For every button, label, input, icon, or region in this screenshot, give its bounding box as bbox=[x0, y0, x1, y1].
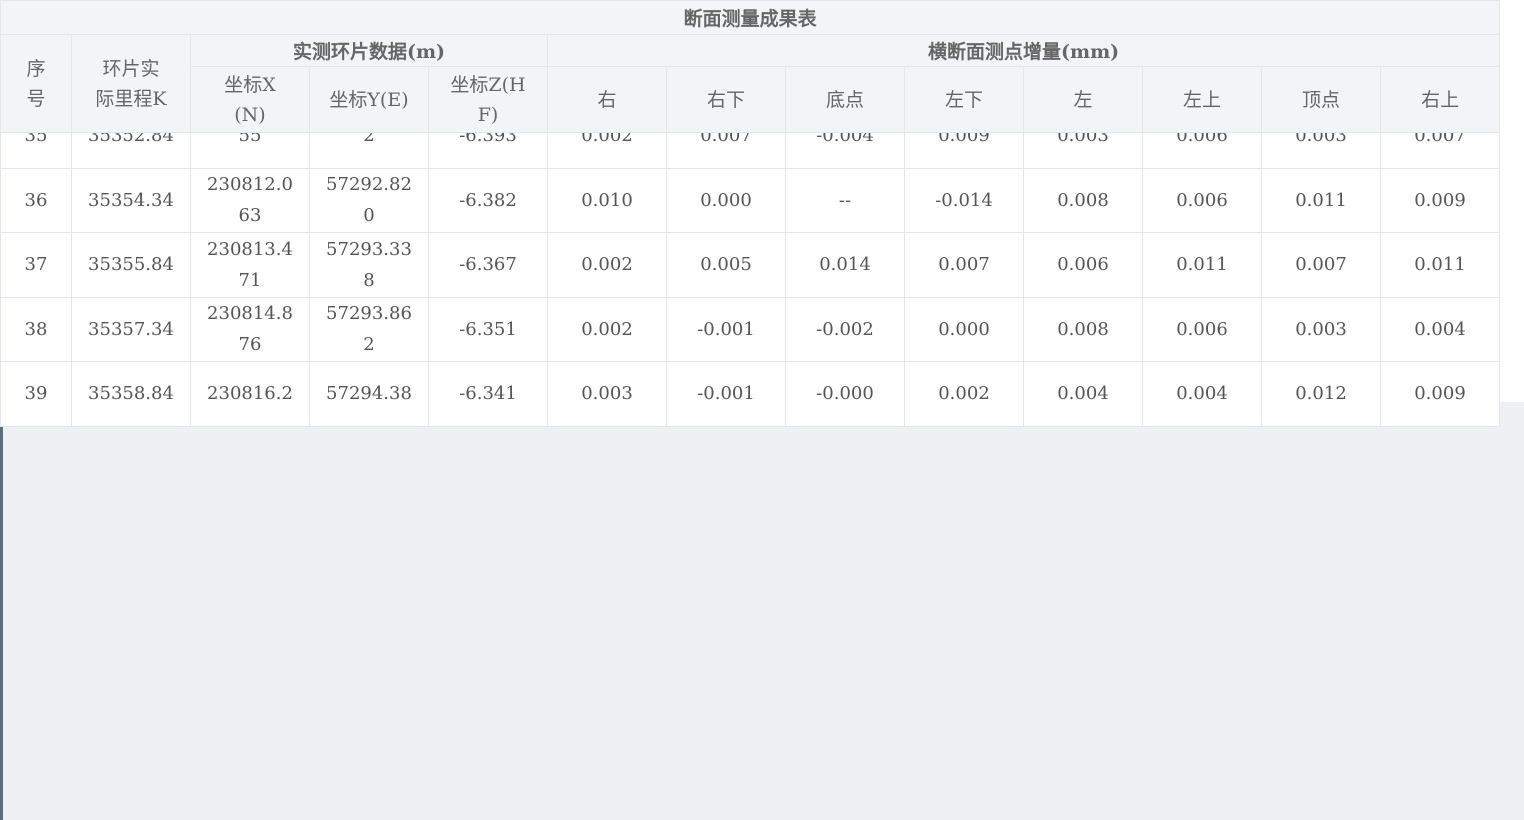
cell-index: 38 bbox=[0, 296, 72, 362]
cell-increment-t: 0.011 bbox=[1261, 167, 1381, 233]
table-row[interactable]: 37 35355.84 230813.4 71 57293.33 8 -6.367 0.002… bbox=[0, 232, 1500, 298]
col-header-left[interactable]: 左 bbox=[1023, 66, 1143, 133]
table-body: 35 35352.84 55 2 -6.393 0.002 0.007 -0.004 0.009… bbox=[0, 103, 1500, 427]
cell-coord-x: 230812.0 63 bbox=[190, 167, 310, 233]
cell-increment-r: 0.003 bbox=[547, 361, 667, 427]
cell-coord-y: 57293.33 8 bbox=[309, 232, 429, 298]
cell-increment-b: 0.014 bbox=[785, 232, 905, 298]
table-header: 断面测量成果表 序号 环片实 际里程K 实测环片数据(m) 横断面测点增量(mm)… bbox=[0, 0, 1501, 133]
cell-increment-ld: 0.000 bbox=[904, 296, 1024, 362]
col-header-left-up[interactable]: 左上 bbox=[1142, 66, 1262, 133]
cell-increment-r: 0.002 bbox=[547, 232, 667, 298]
table-row[interactable]: 39 35358.84 230816.2 57294.38 -6.341 0.003 -0.… bbox=[0, 361, 1500, 427]
cell-increment-lu: 0.006 bbox=[1142, 296, 1262, 362]
col-header-x[interactable]: 坐标X (N) bbox=[190, 66, 310, 133]
group-header-increment: 横断面测点增量(mm) bbox=[546, 34, 1501, 67]
cell-increment-t: 0.007 bbox=[1261, 232, 1381, 298]
cell-increment-rd: 0.000 bbox=[666, 167, 786, 233]
cell-increment-l: 0.006 bbox=[1023, 232, 1143, 298]
cell-mileage: 35355.84 bbox=[71, 232, 191, 298]
section-measurement-table-panel: 断面测量成果表 序号 环片实 际里程K 实测环片数据(m) 横断面测点增量(mm)… bbox=[0, 0, 1501, 427]
col-header-z[interactable]: 坐标Z(H F) bbox=[428, 66, 548, 133]
col-header-bottom[interactable]: 底点 bbox=[785, 66, 905, 133]
cell-increment-ld: -0.014 bbox=[904, 167, 1024, 233]
cell-increment-r: 0.010 bbox=[547, 167, 667, 233]
cell-coord-z: -6.351 bbox=[428, 296, 548, 362]
cell-index: 37 bbox=[0, 232, 72, 298]
col-header-right[interactable]: 右 bbox=[547, 66, 667, 133]
cell-increment-ru: 0.009 bbox=[1380, 167, 1500, 233]
col-header-right-up[interactable]: 右上 bbox=[1379, 66, 1501, 133]
cell-increment-ld: 0.002 bbox=[904, 361, 1024, 427]
cell-mileage: 35358.84 bbox=[71, 361, 191, 427]
col-header-right-down[interactable]: 右下 bbox=[666, 66, 786, 133]
col-header-top[interactable]: 顶点 bbox=[1261, 66, 1381, 133]
cell-index: 36 bbox=[0, 167, 72, 233]
cell-increment-r: 0.002 bbox=[547, 296, 667, 362]
cell-increment-b: -0.002 bbox=[785, 296, 905, 362]
table-title: 断面测量成果表 bbox=[0, 0, 1501, 35]
cell-coord-y: 57294.38 bbox=[309, 361, 429, 427]
cell-coord-z: -6.367 bbox=[428, 232, 548, 298]
cell-increment-b: -- bbox=[785, 167, 905, 233]
cell-increment-l: 0.008 bbox=[1023, 296, 1143, 362]
cell-increment-rd: -0.001 bbox=[666, 361, 786, 427]
cell-index: 39 bbox=[0, 361, 72, 427]
cell-mileage: 35357.34 bbox=[71, 296, 191, 362]
cell-increment-l: 0.008 bbox=[1023, 167, 1143, 233]
cell-coord-z: -6.382 bbox=[428, 167, 548, 233]
cell-increment-t: 0.003 bbox=[1261, 296, 1381, 362]
cell-increment-l: 0.004 bbox=[1023, 361, 1143, 427]
cell-mileage: 35354.34 bbox=[71, 167, 191, 233]
col-header-index[interactable]: 序号 bbox=[0, 34, 72, 133]
cell-increment-ru: 0.011 bbox=[1380, 232, 1500, 298]
group-header-measured: 实测环片数据(m) bbox=[190, 34, 548, 67]
cell-coord-x: 230814.8 76 bbox=[190, 296, 310, 362]
cell-increment-lu: 0.006 bbox=[1142, 167, 1262, 233]
col-header-mileage[interactable]: 环片实 际里程K bbox=[71, 34, 191, 133]
col-header-y[interactable]: 坐标Y(E) bbox=[309, 66, 429, 133]
table-row[interactable]: 36 35354.34 230812.0 63 57292.82 0 -6.382 0.010… bbox=[0, 167, 1500, 233]
cell-increment-lu: 0.004 bbox=[1142, 361, 1262, 427]
cell-increment-lu: 0.011 bbox=[1142, 232, 1262, 298]
cell-coord-x: 230813.4 71 bbox=[190, 232, 310, 298]
cell-coord-z: -6.341 bbox=[428, 361, 548, 427]
cell-increment-rd: -0.001 bbox=[666, 296, 786, 362]
cell-coord-y: 57293.86 2 bbox=[309, 296, 429, 362]
cell-increment-t: 0.012 bbox=[1261, 361, 1381, 427]
cell-increment-ld: 0.007 bbox=[904, 232, 1024, 298]
cell-coord-y: 57292.82 0 bbox=[309, 167, 429, 233]
col-header-left-down[interactable]: 左下 bbox=[904, 66, 1024, 133]
table-row[interactable]: 38 35357.34 230814.8 76 57293.86 2 -6.351 0.002… bbox=[0, 296, 1500, 362]
cell-increment-b: -0.000 bbox=[785, 361, 905, 427]
cell-increment-rd: 0.005 bbox=[666, 232, 786, 298]
cell-coord-x: 230816.2 bbox=[190, 361, 310, 427]
cell-increment-ru: 0.004 bbox=[1380, 296, 1500, 362]
cell-increment-ru: 0.009 bbox=[1380, 361, 1500, 427]
